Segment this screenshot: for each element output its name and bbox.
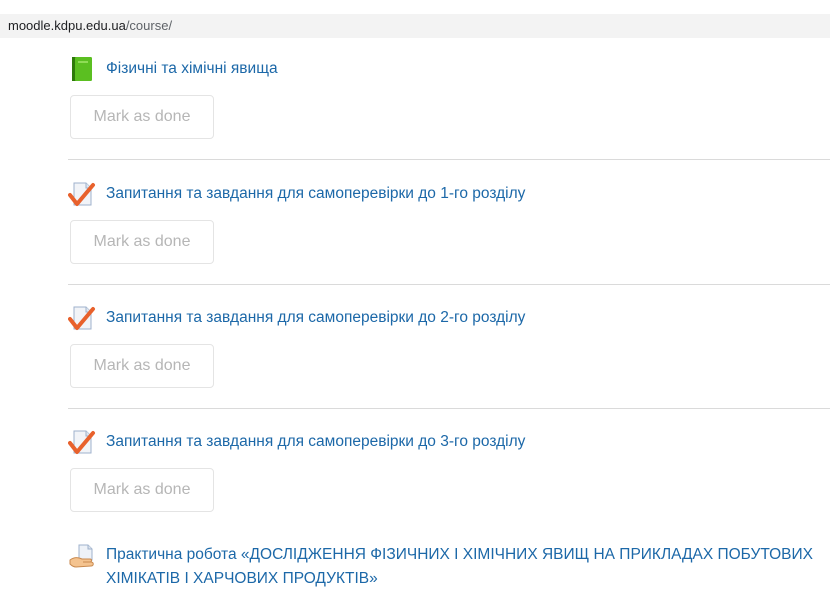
activity-link[interactable]: Фізичні та хімічні явища — [106, 55, 278, 80]
activity-header: Практична робота «ДОСЛІДЖЕННЯ ФІЗИЧНИХ І… — [68, 543, 826, 591]
book-icon — [72, 57, 92, 81]
activity-divider — [68, 159, 830, 160]
mark-as-done-button[interactable]: Mark as done — [70, 468, 214, 512]
activity-header: Фізичні та хімічні явища — [68, 55, 278, 83]
quiz-check-icon — [68, 182, 95, 206]
mark-as-done-button[interactable]: Mark as done — [70, 344, 214, 388]
mark-as-done-button[interactable]: Mark as done — [70, 95, 214, 139]
quiz-check-icon — [68, 306, 95, 330]
activity-header: Запитання та завдання для самоперевірки … — [68, 180, 525, 208]
activity-link[interactable]: Запитання та завдання для самоперевірки … — [106, 428, 525, 453]
address-bar[interactable]: moodle.kdpu.edu.ua/course/ — [0, 14, 830, 38]
assignment-hand-icon — [69, 544, 94, 568]
url-domain: moodle.kdpu.edu.ua — [8, 18, 126, 33]
activity-book-physical-chemical: Фізичні та хімічні явища Mark as done — [68, 55, 830, 140]
mark-as-done-button[interactable]: Mark as done — [70, 220, 214, 264]
activity-header: Запитання та завдання для самоперевірки … — [68, 304, 525, 332]
activity-header: Запитання та завдання для самоперевірки … — [68, 428, 525, 456]
activity-quiz-section-3: Запитання та завдання для самоперевірки … — [68, 428, 830, 513]
activity-divider — [68, 284, 830, 285]
activity-link[interactable]: Запитання та завдання для самоперевірки … — [106, 304, 525, 329]
quiz-check-icon — [68, 430, 95, 454]
activity-link[interactable]: Запитання та завдання для самоперевірки … — [106, 180, 525, 205]
activity-quiz-section-1: Запитання та завдання для самоперевірки … — [68, 180, 830, 265]
activity-divider — [68, 408, 830, 409]
activity-link[interactable]: Практична робота «ДОСЛІДЖЕННЯ ФІЗИЧНИХ І… — [106, 543, 826, 591]
url-path: /course/ — [125, 18, 173, 33]
activity-assignment-practical-work: Практична робота «ДОСЛІДЖЕННЯ ФІЗИЧНИХ І… — [68, 543, 830, 593]
activity-quiz-section-2: Запитання та завдання для самоперевірки … — [68, 304, 830, 389]
